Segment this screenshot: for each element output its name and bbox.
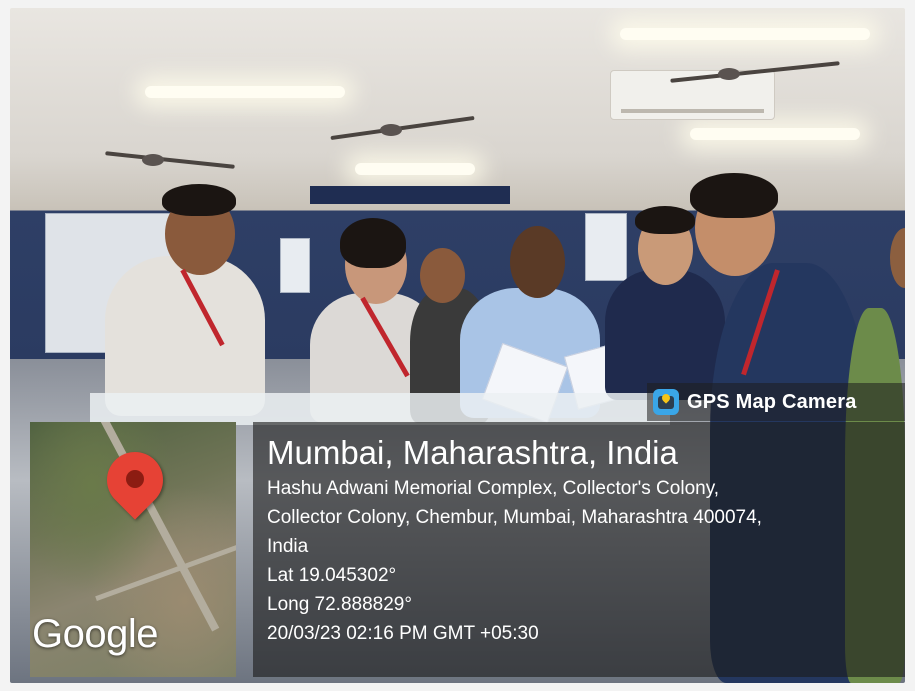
google-attribution: Google <box>32 612 158 656</box>
location-info-panel: Mumbai, Maharashtra, India Hashu Adwani … <box>253 422 905 677</box>
ceiling-fan-hub <box>718 68 740 80</box>
gps-map-camera-icon <box>653 389 679 415</box>
map-road <box>80 422 220 632</box>
ceiling-fan-hub <box>142 154 164 166</box>
wall-banner <box>310 186 510 204</box>
map-thumbnail[interactable]: Google <box>30 422 236 677</box>
person-hair <box>635 206 695 234</box>
glass-partition <box>90 393 670 425</box>
map-pin-center <box>126 470 144 488</box>
person-head <box>420 248 465 303</box>
ceiling-light <box>145 86 345 98</box>
timestamp: 20/03/23 02:16 PM GMT +05:30 <box>267 623 539 644</box>
person-head <box>890 228 905 288</box>
ceiling-fan-hub <box>380 124 402 136</box>
ceiling-light <box>620 28 870 40</box>
ceiling-light <box>690 128 860 140</box>
address-line: Hashu Adwani Memorial Complex, Collector… <box>267 478 720 499</box>
address-line: Collector Colony, Chembur, Mumbai, Mahar… <box>267 507 762 528</box>
latitude: Lat 19.045302° <box>267 565 397 586</box>
badge-label: GPS Map Camera <box>687 390 857 413</box>
notice-board <box>585 213 627 281</box>
gps-map-camera-badge: GPS Map Camera <box>647 383 905 421</box>
ceiling-fan <box>105 151 235 169</box>
notice-board <box>280 238 310 293</box>
person-hair <box>340 218 406 268</box>
ceiling-fan <box>330 115 475 141</box>
location-title: Mumbai, Maharashtra, India <box>267 434 678 471</box>
address-line: India <box>267 536 309 557</box>
person-hair <box>690 173 778 218</box>
person <box>605 270 725 400</box>
person-hair <box>162 184 236 216</box>
person-head <box>510 226 565 298</box>
ceiling-light <box>355 163 475 175</box>
longitude: Long 72.888829° <box>267 594 412 615</box>
